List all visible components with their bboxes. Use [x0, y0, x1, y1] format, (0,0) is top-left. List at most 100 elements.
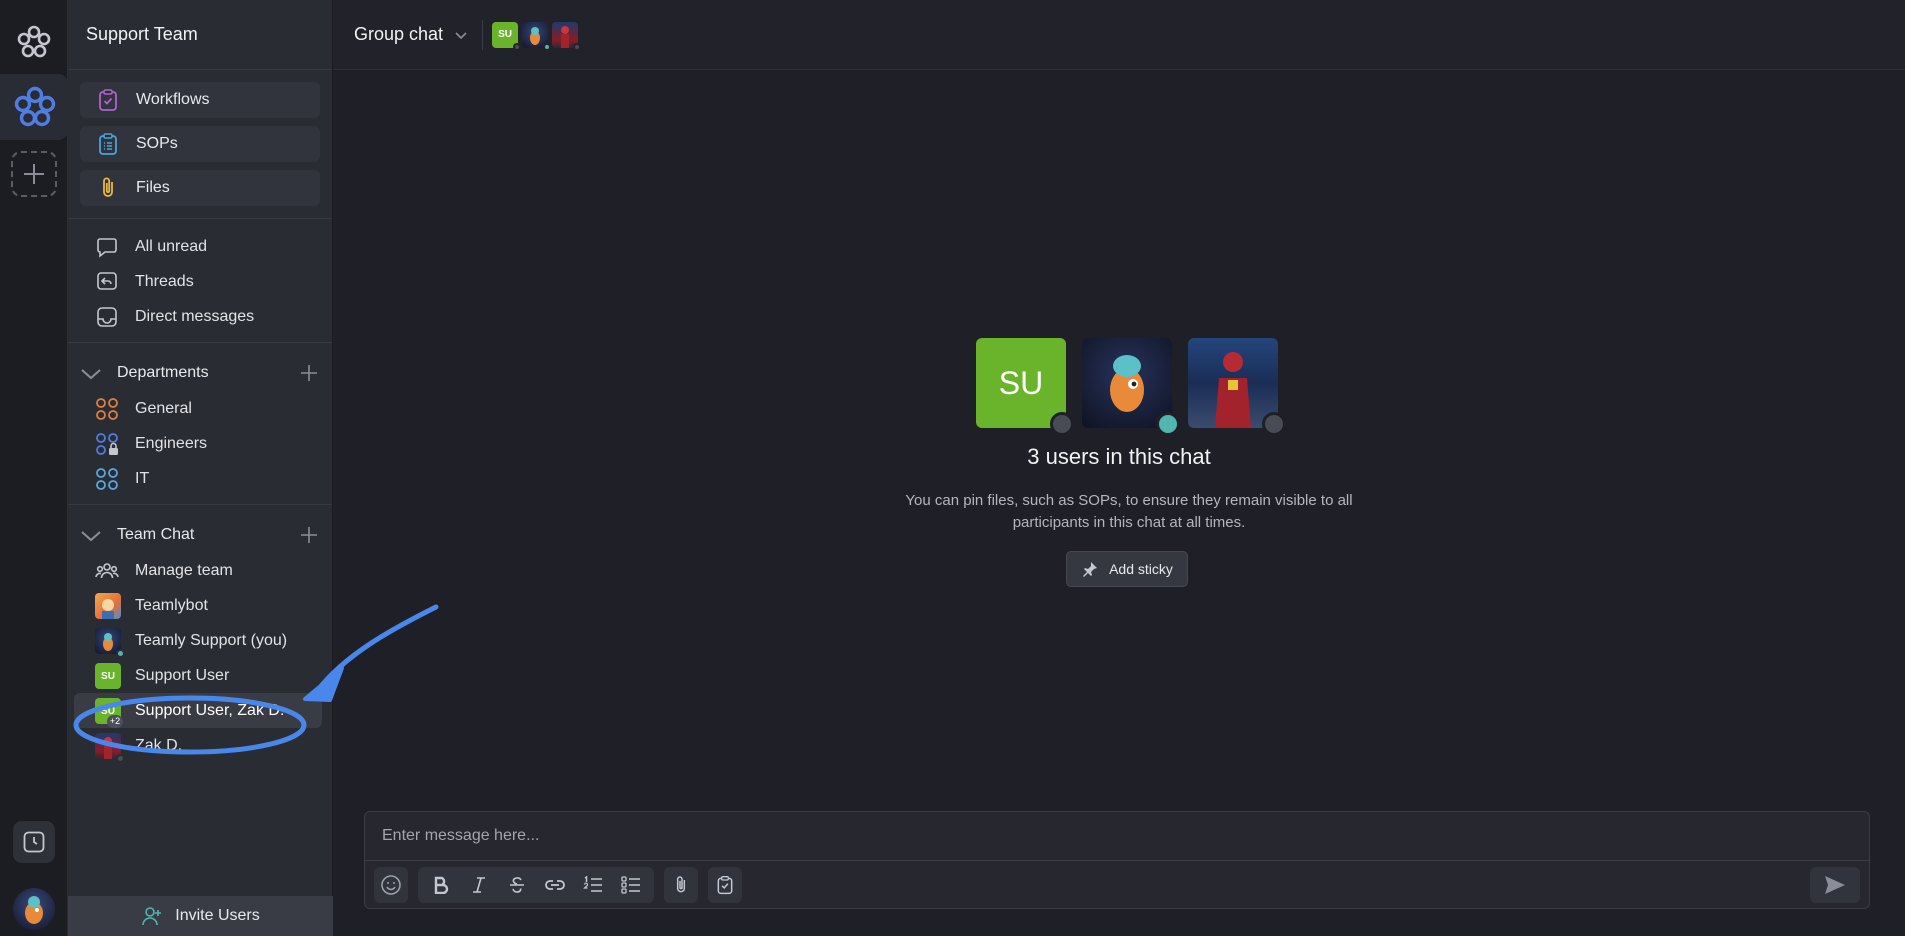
- nav-all-unread[interactable]: All unread: [68, 229, 332, 264]
- add-department-icon[interactable]: [298, 362, 320, 384]
- files-link[interactable]: Files: [80, 170, 320, 206]
- participant-teamly-support[interactable]: [1082, 338, 1180, 436]
- workspace-logo-icon: [14, 86, 56, 127]
- chat-title[interactable]: Group chat: [354, 24, 443, 45]
- link-icon: [545, 880, 565, 890]
- online-status-dot: [543, 42, 552, 51]
- pinned-sections: Workflows SOPs Files: [68, 70, 332, 219]
- format-group: [418, 867, 654, 903]
- participant-fish-image: [1082, 338, 1172, 428]
- chat-support-user[interactable]: SU Support User: [68, 658, 332, 693]
- chat-support-user-zak[interactable]: SU +2 Support User, Zak D.: [74, 693, 322, 728]
- support-user-zak-label: Support User, Zak D.: [135, 701, 285, 719]
- team-name[interactable]: Support Team: [68, 0, 332, 70]
- departments-section: Departments General Engineers IT: [68, 343, 332, 505]
- chat-main: Group chat SU SU 3 users in this chat Yo…: [333, 0, 1905, 936]
- thread-reply-icon: [97, 272, 117, 290]
- history-button[interactable]: [13, 821, 55, 863]
- workflows-label: Workflows: [136, 91, 210, 108]
- nav-threads[interactable]: Threads: [68, 264, 332, 299]
- department-grid-icon: [96, 468, 118, 490]
- nav-direct-messages[interactable]: Direct messages: [68, 299, 332, 334]
- chevron-down-icon[interactable]: [453, 27, 469, 43]
- add-workspace-button[interactable]: [11, 151, 57, 197]
- emoji-icon: [381, 875, 401, 895]
- bold-button[interactable]: [422, 867, 460, 903]
- workflows-link[interactable]: Workflows: [80, 82, 320, 118]
- department-it[interactable]: IT: [68, 461, 332, 496]
- clipboard-check-icon: [99, 89, 117, 111]
- chat-teamlybot[interactable]: Teamlybot: [68, 588, 332, 623]
- user-avatar[interactable]: [13, 888, 55, 930]
- teamly-support-avatar: [95, 628, 125, 658]
- nav-list: All unread Threads Direct messages: [68, 219, 332, 343]
- bullet-list-button[interactable]: [612, 867, 650, 903]
- teamly-support-label: Teamly Support (you): [135, 631, 288, 649]
- bot-avatar-icon: [102, 599, 114, 619]
- workspace-rail: [0, 0, 68, 936]
- clipboard-check-icon: [717, 876, 733, 895]
- chat-teamly-support[interactable]: Teamly Support (you): [68, 623, 332, 658]
- emoji-button[interactable]: [374, 867, 408, 903]
- add-sticky-button[interactable]: Add sticky: [1066, 551, 1188, 587]
- offline-status-dot: [513, 42, 522, 51]
- participants-avatars: SU: [976, 338, 1294, 436]
- plus-icon: [24, 164, 44, 184]
- message-input[interactable]: [365, 812, 1869, 861]
- ordered-list-button[interactable]: [574, 867, 612, 903]
- team-people-icon: [95, 563, 119, 579]
- member-avatar-su[interactable]: SU: [492, 21, 522, 51]
- department-engineers[interactable]: Engineers: [68, 426, 332, 461]
- header-divider: [482, 19, 484, 50]
- member-avatar-fish[interactable]: [522, 21, 552, 51]
- teamlybot-label: Teamlybot: [135, 596, 208, 614]
- clock-icon: [23, 831, 45, 853]
- italic-button[interactable]: [460, 867, 498, 903]
- participant-su[interactable]: SU: [976, 338, 1074, 436]
- pin-icon: [1083, 562, 1098, 577]
- sops-label: SOPs: [136, 135, 178, 152]
- chat-bubble-icon: [97, 238, 117, 258]
- participant-zak[interactable]: [1188, 338, 1286, 436]
- teamlybot-avatar: [95, 593, 121, 619]
- send-button[interactable]: [1810, 867, 1860, 903]
- fish-avatar-icon: [1110, 355, 1144, 412]
- invite-users-button[interactable]: Invite Users: [68, 896, 333, 936]
- paperclip-icon: [676, 876, 686, 893]
- sops-link[interactable]: SOPs: [80, 126, 320, 162]
- offline-status-dot: [573, 42, 582, 51]
- member-avatar-zak[interactable]: [552, 21, 582, 51]
- team-chat-title: Team Chat: [117, 526, 195, 543]
- invite-users-label: Invite Users: [175, 907, 260, 924]
- fish-avatar-icon: [25, 896, 43, 924]
- offline-status-dot: [116, 754, 125, 763]
- chevron-down-icon[interactable]: [80, 525, 102, 547]
- support-user-label: Support User: [135, 666, 230, 684]
- clipboard-list-icon: [99, 133, 117, 155]
- support-user-avatar: SU: [95, 663, 121, 689]
- chat-header: Group chat SU: [333, 0, 1905, 70]
- participant-zak-image: [1188, 338, 1278, 428]
- departments-title: Departments: [117, 364, 209, 381]
- app-logo-icon[interactable]: [14, 22, 54, 62]
- departments-header[interactable]: Departments: [68, 355, 332, 391]
- link-button[interactable]: [536, 867, 574, 903]
- team-chat-header[interactable]: Team Chat: [68, 517, 332, 553]
- nav-direct-messages-label: Direct messages: [135, 307, 255, 325]
- chevron-down-icon[interactable]: [80, 363, 102, 385]
- participant-su-initials: SU: [976, 338, 1066, 428]
- team-chat-section: Team Chat Manage team Teamlybot Teamly S…: [68, 505, 332, 771]
- strikethrough-button[interactable]: [498, 867, 536, 903]
- strikethrough-icon: [510, 877, 524, 893]
- attach-task-button[interactable]: [708, 867, 742, 903]
- workspace-support-team[interactable]: [0, 74, 68, 140]
- files-label: Files: [136, 179, 170, 196]
- online-status-dot: [1156, 412, 1180, 436]
- department-general[interactable]: General: [68, 391, 332, 426]
- manage-team-item[interactable]: Manage team: [68, 553, 332, 588]
- message-composer: [364, 811, 1870, 909]
- department-locked-icon: [96, 433, 118, 455]
- chat-zak-d[interactable]: Zak D.: [68, 728, 332, 763]
- add-chat-icon[interactable]: [298, 524, 320, 546]
- attach-file-button[interactable]: [664, 867, 698, 903]
